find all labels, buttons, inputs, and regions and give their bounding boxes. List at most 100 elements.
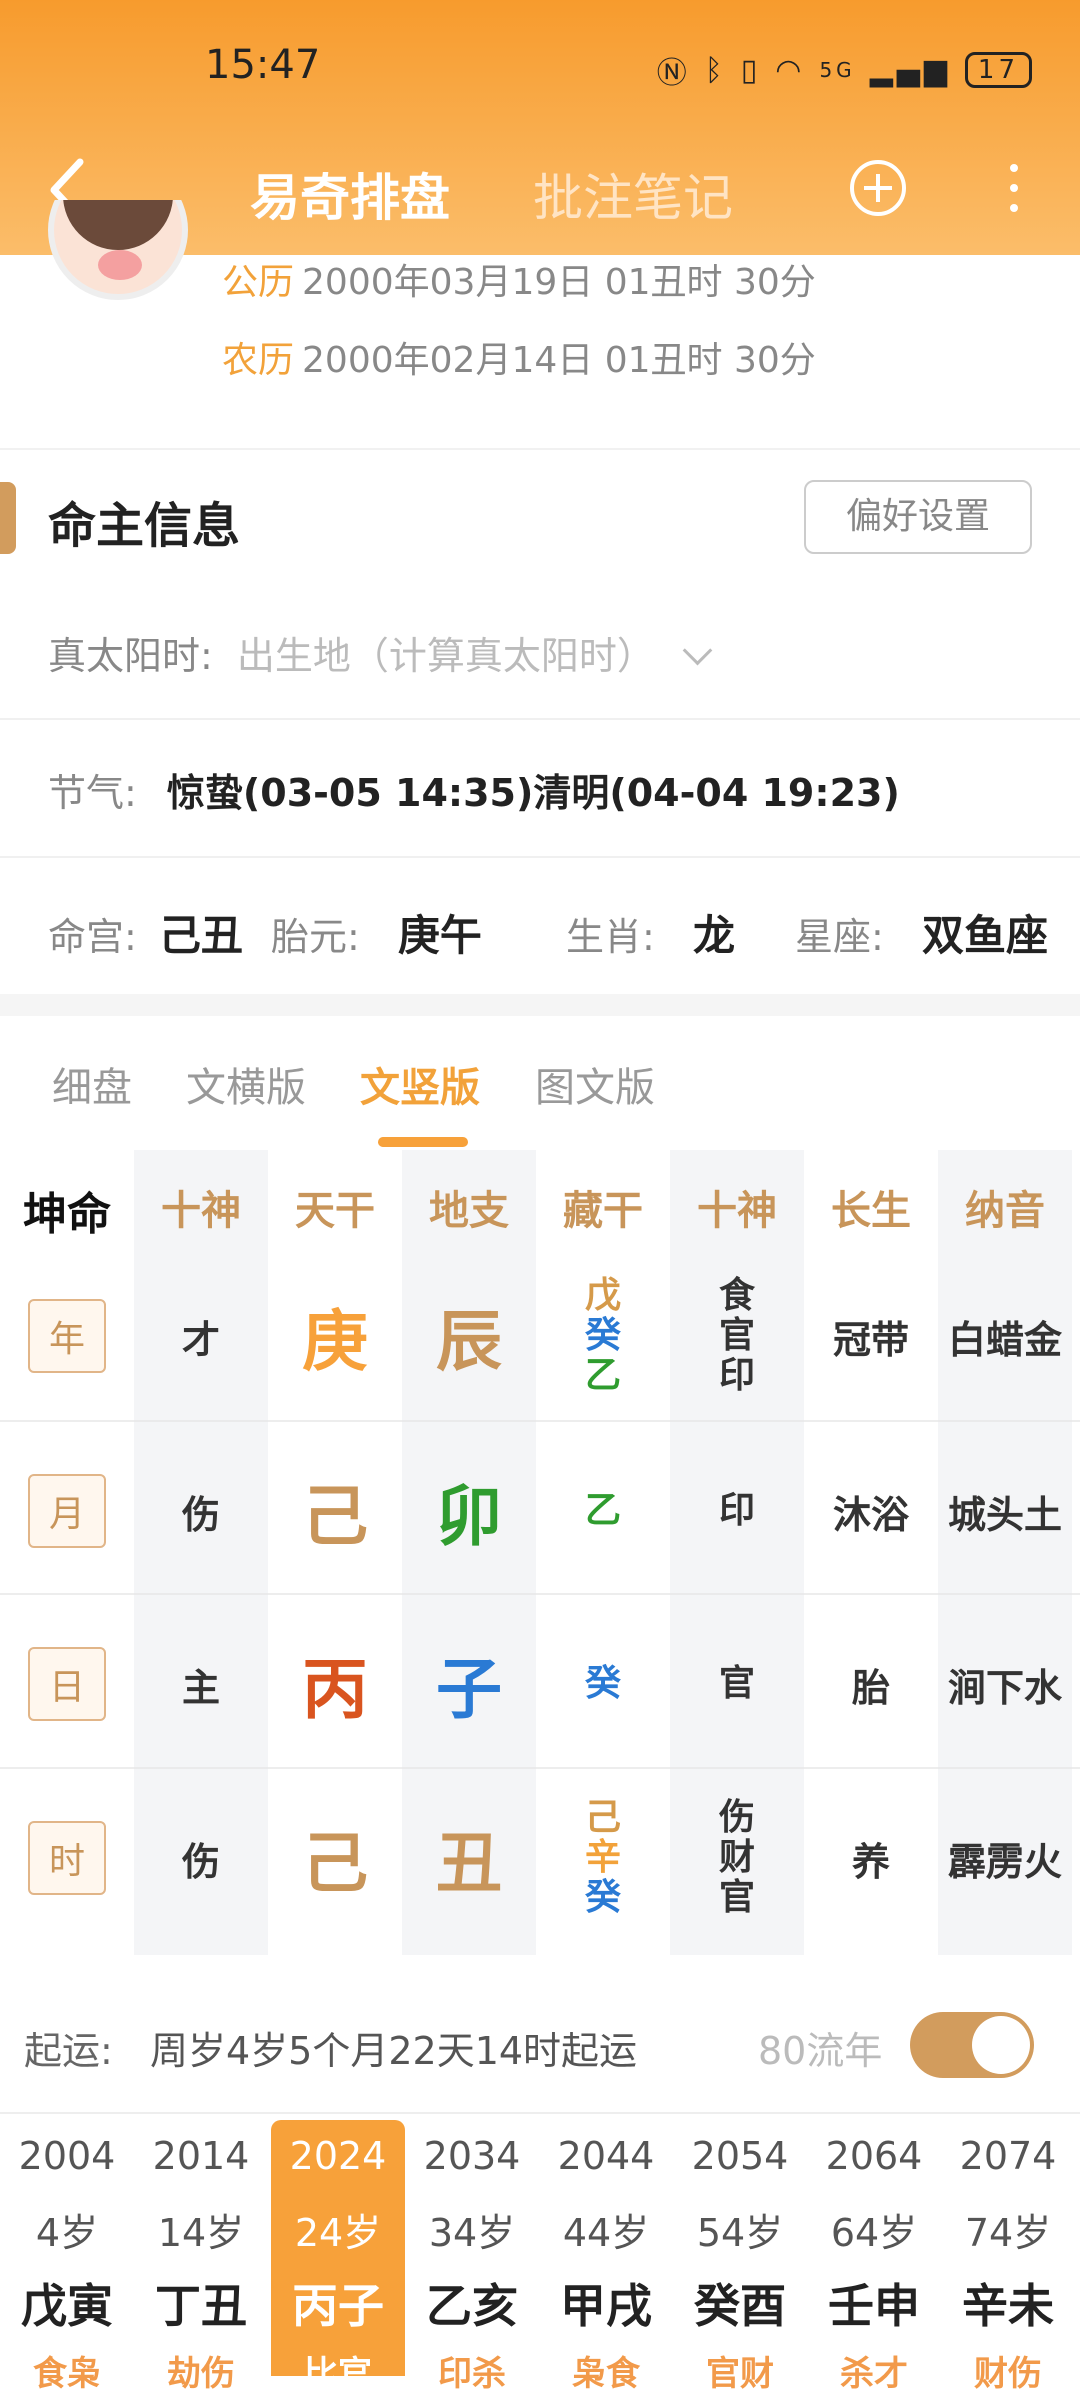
canggan-cell: 己辛癸	[536, 1778, 670, 1938]
qiyun-value: 周岁4岁5个月22天14时起运	[150, 2029, 638, 2073]
dayun-ganzhi: 丙子	[292, 2279, 384, 2333]
jieqi-value: 惊蛰(03-05 14:35)清明(04-04 19:23)	[166, 771, 900, 815]
dayun-item[interactable]: 2044 44岁甲戌枭食	[539, 2120, 673, 2394]
tab-vertical[interactable]: 文竖版	[360, 1055, 480, 1113]
dayun-age: 14岁	[157, 2211, 245, 2255]
bazi-chart: 坤命 十神 天干 地支 藏干 十神 长生 纳音年才庚辰戊癸乙食官印冠带 白蜡金月伤己卯乙印沐浴城…	[0, 1150, 1080, 1955]
dayun-item[interactable]: 2004 4岁 戊寅 食枭	[0, 2120, 134, 2394]
dayun-ganzhi: 甲戌	[560, 2279, 652, 2333]
nfc-icon: Ⓝ	[656, 56, 691, 91]
dayun-age: 34岁	[428, 2211, 516, 2255]
dayun-shishen: 财伤	[974, 2354, 1042, 2394]
tiangan-cell: 己	[302, 1825, 368, 1902]
shishen-cell: 伤	[181, 1492, 220, 1537]
shishen2-char: 官	[718, 1877, 755, 1918]
info-row: 命宫: 己丑 胎元: 庚午 生肖: 龙 星座: 双鱼座	[48, 902, 1048, 963]
dayun-year: 2064	[825, 2134, 923, 2178]
status-bar: 15:47 Ⓝ ᛒ ▯ ◠ 5G ▂▄▆ 17	[0, 42, 1080, 102]
view-tabs: 细盘 文横版 文竖版 图文版	[0, 1055, 1080, 1145]
liunian-label: 80流年	[758, 2029, 883, 2073]
changsheng-cell: 养	[851, 1839, 890, 1884]
xingzuo-label: 星座:	[795, 915, 884, 959]
shishen2-char: 官	[718, 1315, 755, 1356]
shengxiao-value: 龙	[692, 911, 735, 960]
liunian-toggle[interactable]	[910, 2012, 1034, 2078]
qiyun-row: 起运: 周岁4岁5个月22天14时起运 80流年	[0, 2012, 1080, 2092]
preferences-button[interactable]: 偏好设置	[804, 480, 1032, 554]
dayun-year: 2004	[18, 2134, 116, 2178]
shishen-cell: 主	[181, 1665, 220, 1710]
dayun-age: 4岁	[35, 2211, 99, 2255]
more-icon[interactable]	[1010, 164, 1018, 224]
dayun-shishen: 劫伤	[167, 2354, 235, 2394]
canggan-char: 癸	[584, 1877, 621, 1918]
dizhi-cell: 卯	[436, 1478, 502, 1555]
pillar-badge[interactable]: 时	[28, 1821, 106, 1895]
dayun-age: 44岁	[562, 2211, 650, 2255]
chart-header: 十神	[697, 1188, 777, 1234]
tiangan-cell: 庚	[302, 1303, 368, 1380]
dayun-age: 54岁	[696, 2211, 784, 2255]
true-solar-row[interactable]: 真太阳时: 出生地（计算真太阳时）	[48, 625, 713, 680]
dayun-age: 74岁	[964, 2211, 1052, 2255]
chart-corner-label: 坤命	[23, 1189, 111, 1240]
dayun-item[interactable]: 2024 24岁 丙子 比官	[271, 2120, 405, 2394]
divider	[0, 448, 1080, 450]
shishen2-char: 财	[718, 1837, 755, 1878]
dayun-item[interactable]: 2054 54岁 癸酉 官财	[673, 2120, 807, 2394]
dayun-item[interactable]: 2034 34岁 乙亥 印杀	[405, 2120, 539, 2394]
divider	[0, 718, 1080, 720]
dayun-item[interactable]: 2074 74岁 辛未 财伤	[941, 2120, 1075, 2394]
minggong-label: 命宫:	[48, 915, 137, 959]
tab-graphic[interactable]: 图文版	[535, 1055, 655, 1113]
jieqi-label: 节气:	[48, 771, 137, 815]
shishen2-char: 伤	[718, 1797, 755, 1838]
dayun-item[interactable]: 2014 14岁 丁丑 劫伤	[134, 2120, 268, 2394]
dizhi-cell: 丑	[436, 1825, 502, 1902]
add-icon[interactable]	[850, 160, 906, 216]
dayun-ganzhi: 壬申	[828, 2279, 920, 2333]
canggan-char: 乙	[584, 1355, 621, 1396]
pillar-badge[interactable]: 日	[28, 1647, 106, 1721]
tab-horizontal[interactable]: 文横版	[186, 1055, 306, 1113]
chart-header: 十神	[161, 1188, 241, 1234]
canggan-char: 己	[584, 1797, 621, 1838]
dayun-ganzhi: 丁丑	[155, 2279, 247, 2333]
wifi-icon: ◠	[775, 52, 806, 88]
avatar	[38, 200, 198, 320]
dayun-ganzhi: 戊寅	[21, 2279, 113, 2333]
birth-dates: 公历 2000年03月19日 01丑时 30分 农历 2000年02月14日 01丑…	[222, 258, 816, 414]
shishen2-char: 印	[718, 1355, 755, 1396]
shishen2-char: 印	[718, 1490, 755, 1531]
pillar-cell: 日	[0, 1604, 134, 1764]
pillar-badge[interactable]: 月	[28, 1474, 106, 1548]
chevron-down-icon[interactable]	[682, 635, 713, 666]
canggan-char: 癸	[584, 1663, 621, 1704]
divider	[0, 2112, 1080, 2114]
dayun-shishen: 枭食	[572, 2354, 640, 2394]
dayun-shishen: 官财	[706, 2354, 774, 2394]
qiyun-label: 起运:	[24, 2029, 113, 2073]
battery-level: 17	[964, 52, 1032, 88]
chart-header: 天干	[295, 1188, 375, 1234]
canggan-char: 戊	[584, 1275, 621, 1316]
taiyuan-value: 庚午	[397, 911, 482, 960]
canggan-char: 乙	[584, 1490, 621, 1531]
nav-title[interactable]: 易奇排盘	[250, 158, 450, 230]
chart-header: 纳音	[965, 1188, 1045, 1234]
dayun-shishen: 杀才	[840, 2354, 908, 2394]
dayun-year: 2044	[557, 2134, 655, 2178]
shishen2-char: 官	[718, 1663, 755, 1704]
nayin-cell: 城头土	[947, 1492, 1062, 1537]
pillar-badge[interactable]: 年	[28, 1299, 106, 1373]
shishen2-cell: 食官印	[670, 1256, 804, 1416]
canggan-cell: 乙	[536, 1431, 670, 1591]
notes-tab[interactable]: 批注笔记	[533, 158, 733, 230]
jieqi-row: 节气: 惊蛰(03-05 14:35)清明(04-04 19:23)	[48, 762, 900, 817]
shishen-cell: 才	[181, 1317, 220, 1362]
dayun-item[interactable]: 2064 64岁 壬申 杀才	[807, 2120, 941, 2394]
dayun-strip: 2004 4岁 戊寅 食枭 2014 14岁 丁丑 劫伤 2024 24岁 丙子 比官 2034 34岁乙…	[0, 2120, 1080, 2394]
divider	[0, 856, 1080, 858]
tab-detail[interactable]: 细盘	[52, 1055, 132, 1113]
birthplace-select[interactable]: 出生地（计算真太阳时）	[237, 634, 655, 678]
